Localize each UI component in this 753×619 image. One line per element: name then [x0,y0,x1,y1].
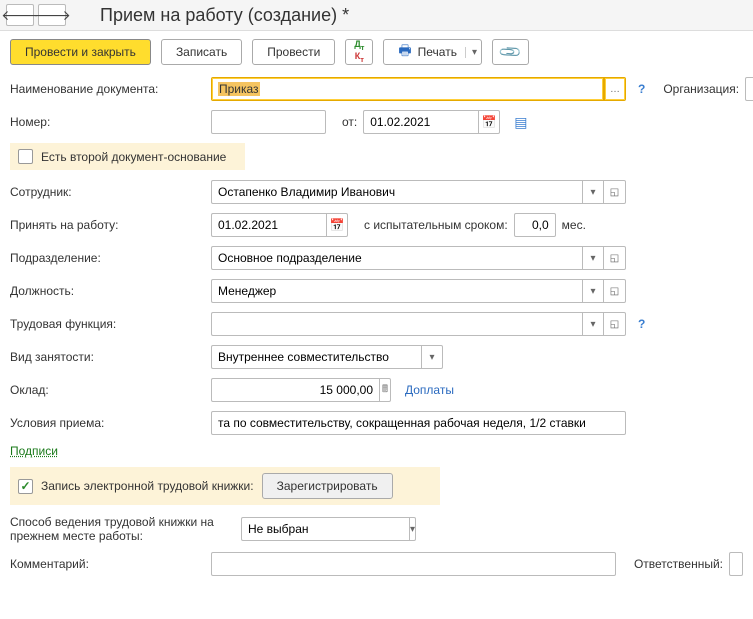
department-label: Подразделение: [10,251,205,265]
paperclip-icon: 📎 [497,39,523,65]
doc-date-input[interactable] [363,110,478,134]
employee-input[interactable] [211,180,582,204]
signatures-link[interactable]: Подписи [10,444,58,458]
doc-name-label: Наименование документа: [10,82,205,96]
etk-label: Запись электронной трудовой книжки: [41,479,254,493]
employment-type-dropdown-button[interactable]: ▾ [421,345,443,369]
employee-dropdown-button[interactable]: ▾ [582,180,604,204]
book-method-label: Способ ведения трудовой книжки на прежне… [10,515,235,543]
attach-button[interactable]: 📎 [492,39,529,65]
salary-label: Оклад: [10,383,205,397]
employment-type-label: Вид занятости: [10,350,205,364]
help-icon[interactable]: ? [638,317,645,331]
register-button[interactable]: Зарегистрировать [262,473,393,499]
conditions-label: Условия приема: [10,416,205,430]
print-button[interactable]: 🖶 Печать ▾ [383,39,482,65]
dtkt-button[interactable]: ДтКт [345,39,373,65]
doc-name-select-button[interactable]: … [604,77,626,101]
department-dropdown-button[interactable]: ▾ [582,246,604,270]
calculator-icon: 🖩 [382,382,388,399]
employment-type-input[interactable] [211,345,421,369]
org-label: Организация: [663,82,739,96]
calendar-icon: 📅 [482,115,497,129]
post-button[interactable]: Провести [252,39,335,65]
position-open-button[interactable]: ◱ [604,279,626,303]
conditions-input[interactable] [211,411,626,435]
salary-calc-button[interactable]: 🖩 [379,378,391,402]
labor-function-label: Трудовая функция: [10,317,205,331]
save-button[interactable]: Записать [161,39,242,65]
second-base-label: Есть второй документ-основание [41,150,226,164]
form-menu-icon[interactable]: ▤ [514,114,527,131]
help-icon[interactable]: ? [638,82,645,96]
salary-input[interactable] [211,378,379,402]
calendar-icon: 📅 [330,218,345,232]
labor-function-input[interactable] [211,312,582,336]
position-input[interactable] [211,279,582,303]
responsible-label: Ответственный: [634,557,723,571]
page-title: Прием на работу (создание) * [100,5,349,26]
calendar-button[interactable]: 📅 [478,110,500,134]
responsible-input[interactable] [729,552,743,576]
department-input[interactable] [211,246,582,270]
extra-pay-link[interactable]: Доплаты [405,383,454,397]
book-method-input[interactable] [241,517,409,541]
dtkt-icon: ДтКт [354,40,364,64]
book-method-dropdown-button[interactable]: ▾ [409,517,416,541]
org-input[interactable] [745,77,753,101]
months-label: мес. [562,218,586,232]
employee-open-button[interactable]: ◱ [604,180,626,204]
chevron-down-icon: ▾ [465,47,477,58]
comment-input[interactable] [211,552,616,576]
etk-checkbox[interactable] [18,479,33,494]
number-input[interactable] [211,110,326,134]
position-label: Должность: [10,284,205,298]
employee-label: Сотрудник: [10,185,205,199]
department-open-button[interactable]: ◱ [604,246,626,270]
labor-function-open-button[interactable]: ◱ [604,312,626,336]
hire-date-label: Принять на работу: [10,218,205,232]
second-base-checkbox[interactable] [18,149,33,164]
nav-forward-button[interactable]: 🡒 [38,4,66,26]
hire-date-calendar-button[interactable]: 📅 [326,213,348,237]
from-label: от: [342,115,357,129]
trial-label: с испытательным сроком: [364,218,508,232]
post-and-close-button[interactable]: Провести и закрыть [10,39,151,65]
labor-function-dropdown-button[interactable]: ▾ [582,312,604,336]
number-label: Номер: [10,115,205,129]
printer-icon: 🖶 [398,40,411,64]
position-dropdown-button[interactable]: ▾ [582,279,604,303]
hire-date-input[interactable] [211,213,326,237]
print-label: Печать [418,45,457,59]
nav-back-button[interactable]: 🡐 [6,4,34,26]
trial-input[interactable] [514,213,556,237]
doc-name-input[interactable]: Приказ [211,77,604,101]
comment-label: Комментарий: [10,557,205,571]
